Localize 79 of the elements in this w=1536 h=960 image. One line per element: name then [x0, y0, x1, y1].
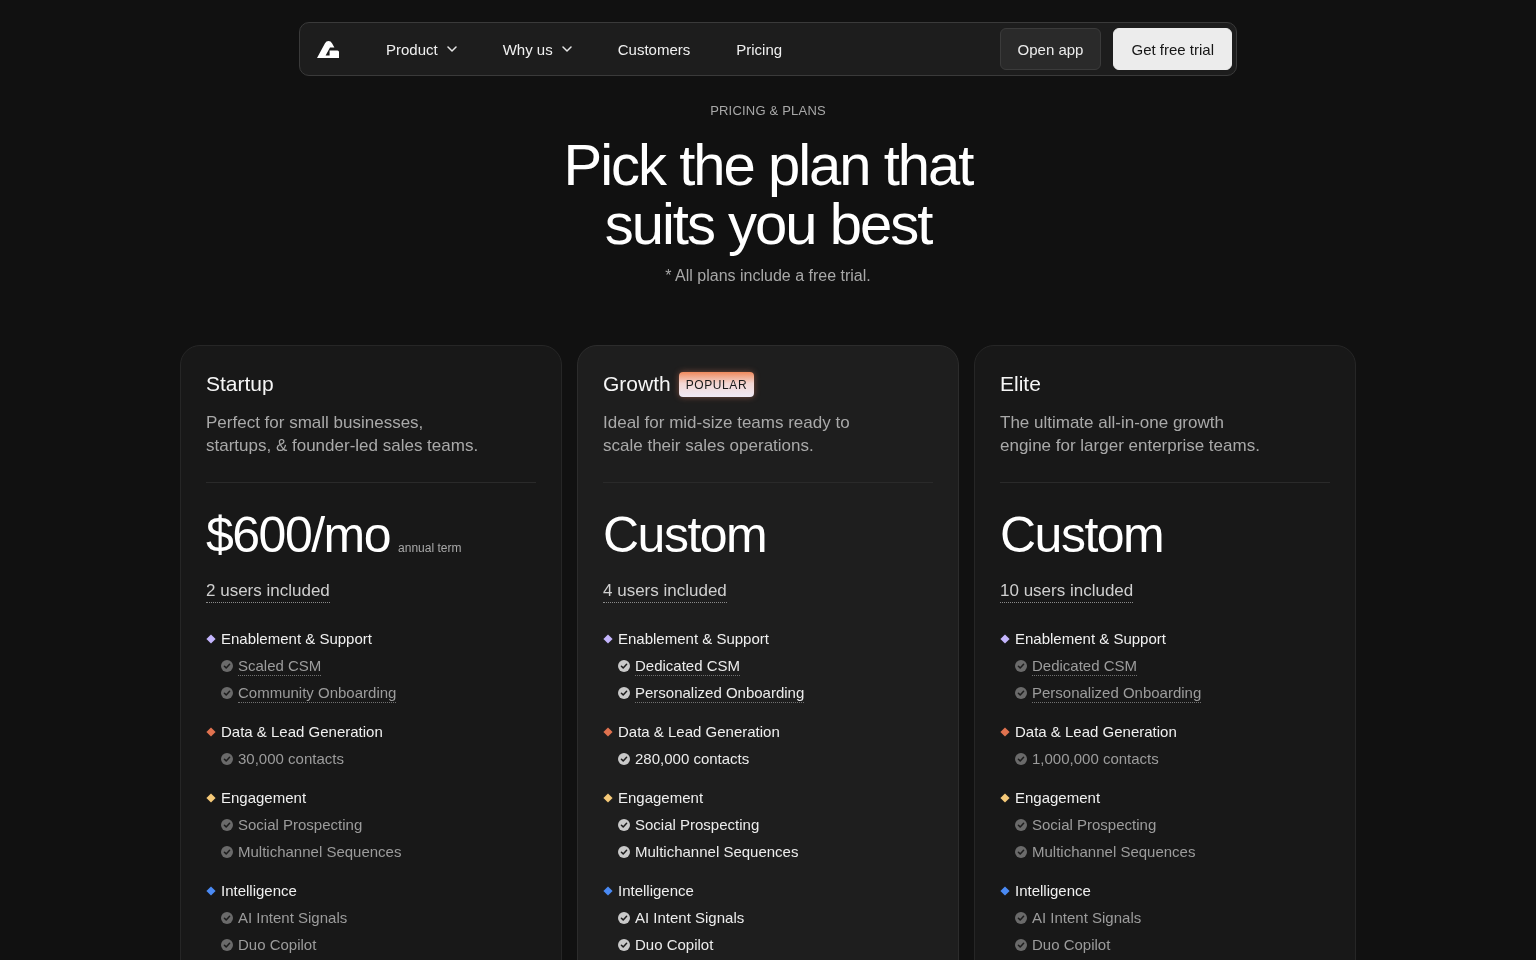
check-circle-icon [1015, 938, 1027, 951]
feature-group-title: Intelligence [1015, 880, 1091, 901]
plan-name: Startup [206, 371, 274, 397]
feature-item: Social Prospecting [635, 814, 760, 835]
check-circle-icon [618, 818, 630, 831]
feature-group-title: Data & Lead Generation [1015, 721, 1177, 742]
feature-group-title: Engagement [618, 787, 704, 808]
check-circle-icon [618, 752, 630, 765]
section-eyebrow: PRICING & PLANS [710, 103, 826, 119]
feature-item: Personalized Onboarding [635, 682, 805, 703]
feature-item: Social Prospecting [238, 814, 363, 835]
check-circle-icon [221, 818, 233, 831]
nav-link[interactable]: Why us [502, 40, 572, 58]
chevron-down-icon [561, 46, 572, 52]
feature-item: Duo Copilot [238, 934, 317, 955]
feature-item: Duo Copilot [635, 934, 714, 955]
users-included: 2 users included [206, 580, 330, 603]
nav-link[interactable]: Product [386, 40, 457, 58]
plan-price: $600/mo [206, 506, 391, 565]
check-circle-icon [1015, 659, 1027, 672]
plan-name: Growth [603, 371, 671, 397]
feature-group-title: Enablement & Support [1015, 628, 1166, 649]
plan-badge: POPULAR [678, 371, 755, 397]
check-circle-icon [221, 845, 233, 858]
feature-item: Multichannel Sequences [1032, 841, 1196, 862]
feature-item: Dedicated CSM [635, 655, 741, 676]
check-circle-icon [1015, 818, 1027, 831]
feature-group-title: Engagement [221, 787, 307, 808]
nav-link[interactable]: Pricing [736, 40, 783, 58]
check-circle-icon [221, 659, 233, 672]
plan-description: Perfect for small businesses, startups, & founder-led sales teams. [206, 412, 480, 457]
feature-group-title: Data & Lead Generation [618, 721, 780, 742]
plan-description: Ideal for mid-size teams ready to scale their sales operations. [603, 412, 851, 457]
check-circle-icon [618, 845, 630, 858]
check-circle-icon [618, 659, 630, 672]
plan-price: Custom [603, 506, 767, 565]
feature-item: Dedicated CSM [1032, 655, 1138, 676]
check-circle-icon [1015, 686, 1027, 699]
check-circle-icon [1015, 752, 1027, 765]
feature-group-title: Intelligence [618, 880, 694, 901]
plan-price: Custom [1000, 506, 1164, 565]
feature-item: Multichannel Sequences [238, 841, 402, 862]
trial-button[interactable]: Get free trial [1113, 28, 1232, 70]
feature-item: AI Intent Signals [238, 907, 348, 928]
feature-item: Duo Copilot [1032, 934, 1111, 955]
plan-name: Elite [1000, 371, 1041, 397]
feature-item: AI Intent Signals [1032, 907, 1142, 928]
feature-group-title: Intelligence [221, 880, 297, 901]
check-circle-icon [221, 938, 233, 951]
open-app-button[interactable]: Open app [999, 28, 1102, 70]
plan-description: The ultimate all-in-one growth engine for larger enterprise teams. [1000, 412, 1261, 457]
nav-link[interactable]: Customers [617, 40, 691, 58]
check-circle-icon [618, 938, 630, 951]
feature-item: AI Intent Signals [635, 907, 745, 928]
users-included: 4 users included [603, 580, 727, 603]
check-circle-icon [221, 752, 233, 765]
feature-item: 1,000,000 contacts [1032, 748, 1159, 769]
logo-icon[interactable] [317, 40, 339, 58]
check-circle-icon [618, 911, 630, 924]
price-note: annual term [398, 541, 462, 555]
feature-item: Personalized Onboarding [1032, 682, 1202, 703]
feature-item: 30,000 contacts [238, 748, 344, 769]
check-circle-icon [221, 686, 233, 699]
feature-item: Community Onboarding [238, 682, 397, 703]
feature-item: Social Prospecting [1032, 814, 1157, 835]
users-included: 10 users included [1000, 580, 1134, 603]
trial-note: * All plans include a free trial. [665, 266, 871, 286]
chevron-down-icon [446, 46, 457, 52]
feature-item: Multichannel Sequences [635, 841, 799, 862]
check-circle-icon [1015, 845, 1027, 858]
feature-group-title: Engagement [1015, 787, 1101, 808]
check-circle-icon [618, 686, 630, 699]
feature-group-title: Data & Lead Generation [221, 721, 383, 742]
feature-group-title: Enablement & Support [221, 628, 372, 649]
feature-item: Scaled CSM [238, 655, 322, 676]
check-circle-icon [1015, 911, 1027, 924]
feature-group-title: Enablement & Support [618, 628, 769, 649]
feature-item: 280,000 contacts [635, 748, 750, 769]
check-circle-icon [221, 911, 233, 924]
